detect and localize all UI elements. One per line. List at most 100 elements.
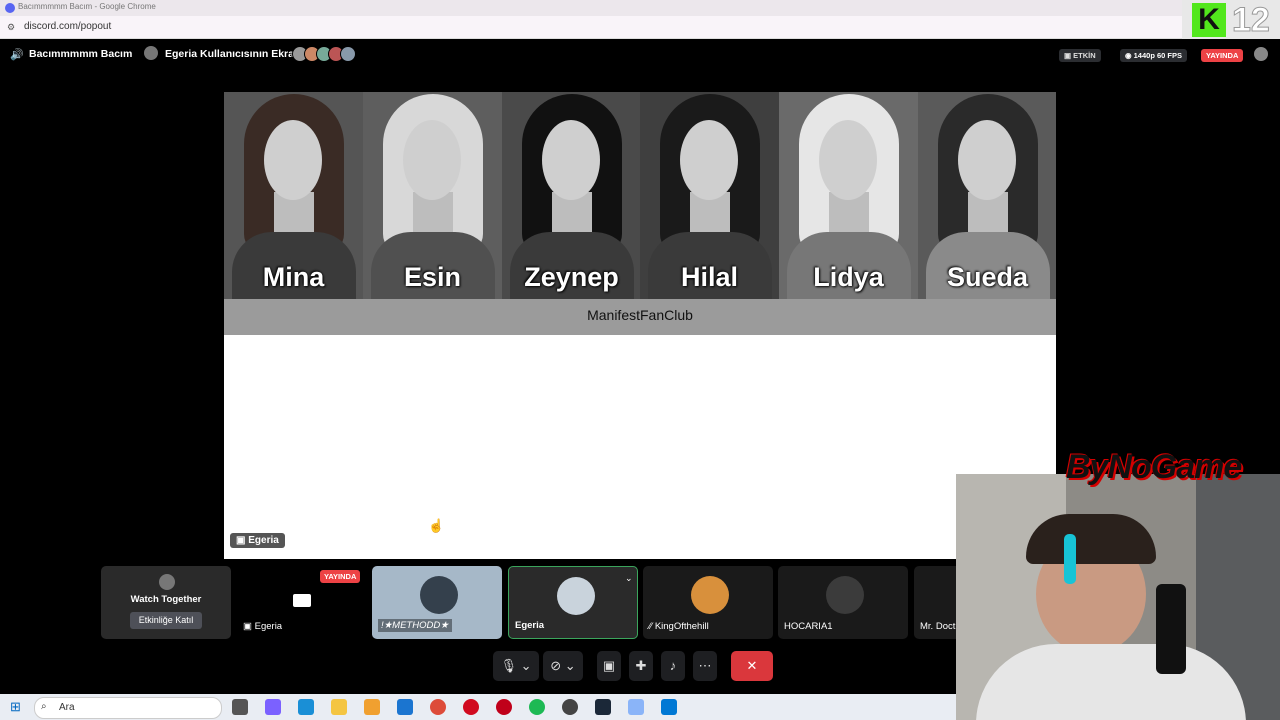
member-name: Hilal: [680, 262, 739, 292]
streamer-avatar: [144, 46, 158, 60]
member-photo: Zeynep: [502, 92, 640, 299]
search-label: Ara: [59, 702, 75, 713]
participant-tile-active[interactable]: ⌄ 👥 Egeria: [508, 566, 638, 639]
more-options-button[interactable]: ⋯: [693, 651, 717, 681]
headset-light: [1064, 534, 1076, 584]
tile-name: !★METHODD★: [378, 619, 452, 632]
tile-name: Mr. Doct: [920, 621, 956, 632]
call-controls: 🎙 ⌄ ⊘ ⌄ ▣ ✚ ♪ ⋯ ✕: [493, 651, 783, 683]
logo-letter: K: [1192, 3, 1226, 37]
fanclub-banner: Mina Esin Zeynep Hilal Lidya Sueda: [224, 92, 1056, 299]
participant-tile[interactable]: !★METHODD★: [372, 566, 502, 639]
camera-button[interactable]: ⊘ ⌄: [543, 651, 583, 681]
member-photo: Lidya: [779, 92, 918, 299]
member-photo: Sueda: [918, 92, 1056, 299]
spotify-icon[interactable]: [529, 699, 545, 715]
participant-tile[interactable]: Mr. Doct: [914, 566, 956, 639]
edge-icon[interactable]: [298, 699, 314, 715]
shared-screen[interactable]: Mina Esin Zeynep Hilal Lidya Sueda Manif…: [224, 92, 1056, 559]
chrome-icon[interactable]: [430, 699, 446, 715]
activity-icon: [159, 574, 175, 590]
hand-cursor-icon: ☝: [428, 518, 445, 533]
club-name: ManifestFanClub: [587, 307, 693, 323]
avatar: [691, 576, 729, 614]
face-shape: [403, 120, 461, 200]
channel-number: 12: [1232, 1, 1271, 40]
notepad-icon[interactable]: [628, 699, 644, 715]
watch-together-tile[interactable]: Watch Together Etkinliğe Katıl: [101, 566, 231, 639]
chevron-down-icon[interactable]: ⌄: [625, 573, 633, 584]
tile-name: Egeria: [515, 620, 545, 631]
avatar: [826, 576, 864, 614]
activity-badge[interactable]: ▣ ETKİN: [1059, 49, 1101, 62]
member-name: Mina: [262, 262, 325, 292]
copilot-icon[interactable]: [265, 699, 281, 715]
face-shape: [264, 120, 322, 200]
member-name: Esin: [403, 262, 462, 292]
tile-name: Egeria: [254, 621, 283, 632]
store-icon[interactable]: [364, 699, 380, 715]
face-shape: [542, 120, 600, 200]
task-view-icon[interactable]: [232, 699, 248, 715]
tile-name: HOCARIA1: [784, 621, 833, 632]
egeria-stream-tile[interactable]: YAYINDA ▣ Egeria: [237, 566, 367, 639]
avatar: [340, 46, 356, 62]
member-photo: Esin: [363, 92, 502, 299]
microphone-button[interactable]: 🎙 ⌄: [493, 651, 539, 681]
tile-label: ▣ Egeria: [243, 621, 283, 632]
obs-icon[interactable]: [562, 699, 578, 715]
live-badge: YAYINDA: [1201, 49, 1244, 62]
avatar: [557, 577, 595, 615]
member-name: Lidya: [813, 262, 884, 292]
tile-name: KingOfthehill: [654, 621, 709, 632]
face-shape: [958, 120, 1016, 200]
participant-tile[interactable]: ⁄⁄ KingOfthehill: [643, 566, 773, 639]
chrome-title-bar: Bacımmmmm Bacım - Google Chrome: [0, 0, 1280, 16]
avatar: [420, 576, 458, 614]
search-icon: ⌕: [41, 701, 47, 712]
member-photo: Hilal: [640, 92, 779, 299]
tile-label: ⁄⁄ KingOfthehill: [649, 621, 709, 632]
streamer-webcam: [956, 474, 1280, 720]
terminal-icon[interactable]: [661, 699, 677, 715]
viewer-avatars[interactable]: [292, 46, 356, 67]
screen-share-button[interactable]: ▣: [597, 651, 621, 681]
windows-taskbar: ⊞ ⌕ Ara: [0, 694, 956, 720]
hair-shape: [1026, 514, 1156, 564]
stream-channel-logo: K 12: [1182, 0, 1280, 40]
microphone-shape: [1156, 584, 1186, 674]
site-info-icon[interactable]: ⚙: [7, 22, 15, 33]
windows-start-icon[interactable]: ⊞: [10, 699, 21, 715]
activities-button[interactable]: ✚: [629, 651, 653, 681]
url-text[interactable]: discord.com/popout: [24, 21, 111, 32]
discord-favicon-icon: [5, 3, 15, 13]
face-shape: [819, 120, 877, 200]
call-header: 🔊 Bacımmmmm Bacım Egeria Kullanıcısının …: [0, 39, 1280, 71]
speaker-icon: 🔊: [10, 49, 24, 61]
participant-tile[interactable]: HOCARIA1: [778, 566, 908, 639]
window-title: Bacımmmmm Bacım - Google Chrome: [18, 2, 156, 11]
screen-share-icon: [293, 594, 311, 607]
leave-call-button[interactable]: ✕: [731, 651, 773, 681]
mail-icon[interactable]: [397, 699, 413, 715]
watch-together-title: Watch Together: [130, 594, 202, 605]
quality-badge[interactable]: ◉ 1440p 60 FPS: [1120, 49, 1188, 62]
club-name-bar: ManifestFanClub: [224, 299, 1056, 335]
opera-icon[interactable]: [463, 699, 479, 715]
soundboard-button[interactable]: ♪: [661, 651, 685, 681]
quality-label: 1440p 60 FPS: [1133, 51, 1183, 60]
stream-owner-label: ▣ Egeria: [230, 533, 285, 548]
taskbar-search[interactable]: ⌕ Ara: [34, 697, 222, 719]
steam-icon[interactable]: [595, 699, 611, 715]
member-name: Zeynep: [524, 262, 619, 292]
stream-owner-name: Egeria: [248, 535, 279, 546]
opera-gx-icon[interactable]: [496, 699, 512, 715]
member-photo: Mina: [224, 92, 363, 299]
file-explorer-icon[interactable]: [331, 699, 347, 715]
address-bar[interactable]: ⚙ discord.com/popout: [0, 16, 1280, 39]
chat-bubble-icon[interactable]: [1254, 47, 1268, 61]
bynogame-logo: ByNoGame: [1066, 448, 1242, 486]
live-badge: YAYINDA: [320, 570, 361, 583]
join-activity-button[interactable]: Etkinliğe Katıl: [130, 612, 202, 629]
activity-label: ETKİN: [1073, 51, 1096, 60]
